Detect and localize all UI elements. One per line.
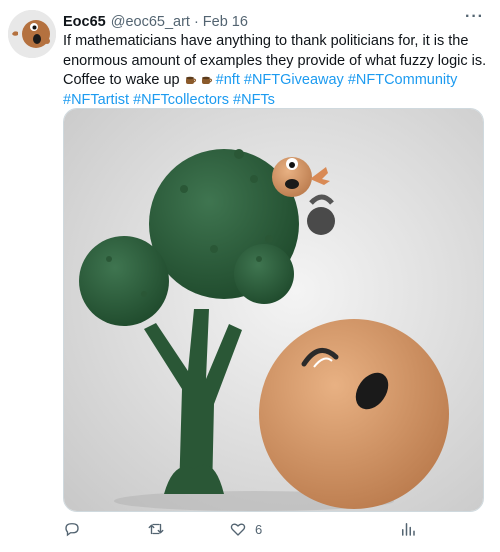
like-button[interactable]: 6 [229,517,262,541]
tweet: Eoc65 @eoc65_art · Feb 16 ··· If mathema… [0,0,500,552]
coffee-icon [185,76,196,84]
separator-dot: · [193,14,199,30]
hashtag-link[interactable]: #nft [216,72,240,88]
hashtag-link[interactable]: #NFTartist [63,92,129,108]
like-count: 6 [255,521,263,537]
tweet-text: If mathematicians have anything to thank… [63,32,488,110]
tweet-header: Eoc65 @eoc65_art · Feb 16 [63,12,486,32]
avatar[interactable] [8,10,56,58]
analytics-icon [402,523,415,536]
author-name[interactable]: Eoc65 [63,14,106,30]
tweet-image[interactable] [63,108,484,512]
views-button[interactable] [399,517,417,541]
hashtag-link[interactable]: #NFTCommunity [348,72,458,88]
hashtag-link[interactable]: #NFTs [233,92,275,108]
reply-button[interactable] [63,517,81,541]
author-handle[interactable]: @eoc65_art [111,14,190,30]
tweet-date[interactable]: Feb 16 [203,14,248,30]
retweet-icon [148,523,164,535]
like-icon [230,523,246,536]
hashtag-link[interactable]: #NFTcollectors [133,92,229,108]
tweet-actions: 6 [63,517,423,541]
reply-icon [65,523,79,537]
hashtag-link[interactable]: #NFTGiveaway [244,72,344,88]
more-options-icon[interactable]: ··· [465,8,484,26]
coffee-icon [201,76,212,84]
retweet-button[interactable] [147,517,165,541]
